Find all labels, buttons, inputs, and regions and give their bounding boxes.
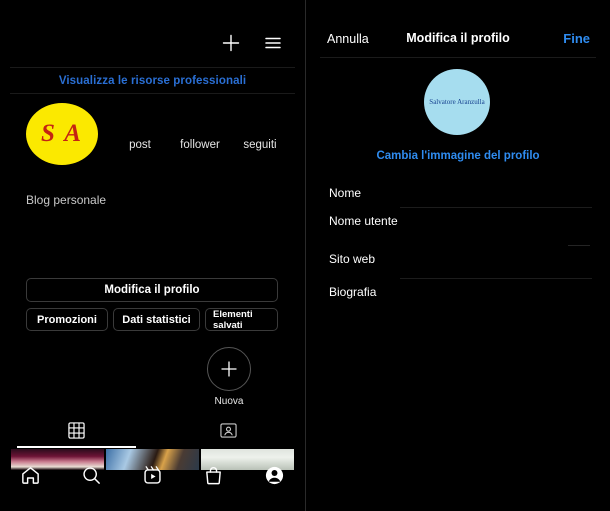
professional-resources-banner[interactable]: Visualizza le risorse professionali: [10, 67, 295, 94]
stat-followers-label: follower: [180, 139, 220, 151]
avatar-initials: S A: [41, 120, 83, 147]
field-sito-web[interactable]: Sito web: [306, 246, 610, 279]
profile-header-actions: [221, 33, 283, 53]
tab-tagged[interactable]: [153, 420, 306, 447]
field-nome-utente-label: Nome utente: [329, 214, 398, 228]
profile-tabs: [0, 420, 306, 448]
edit-profile-button[interactable]: Modifica il profilo: [26, 278, 278, 302]
new-story-label: Nuova: [214, 396, 244, 407]
stat-posts-label: post: [129, 139, 151, 151]
tagged-person-icon: [220, 422, 237, 444]
stat-posts[interactable]: post: [110, 135, 170, 153]
plus-icon: [207, 347, 251, 391]
edit-profile-picture[interactable]: Salvatore Aranzulla: [424, 69, 490, 135]
reels-icon: [142, 465, 163, 491]
header-divider: [320, 57, 596, 58]
edit-profile-fields: Nome Nome utente Sito web Biografia: [306, 180, 610, 307]
field-sito-web-input[interactable]: [399, 246, 610, 279]
tab-active-underline: [16, 446, 136, 448]
nav-home[interactable]: [0, 465, 61, 491]
field-nome-input[interactable]: [399, 180, 610, 208]
nav-search[interactable]: [61, 465, 122, 491]
saved-items-button[interactable]: Elementi salvati: [205, 308, 278, 331]
profile-stats: post follower seguiti: [110, 135, 290, 153]
search-icon: [81, 465, 102, 491]
grid-icon: [68, 422, 85, 444]
menu-icon[interactable]: [263, 33, 283, 53]
statistics-button[interactable]: Dati statistici: [113, 308, 200, 331]
nav-reels[interactable]: [122, 465, 183, 491]
add-post-icon[interactable]: [221, 33, 241, 53]
change-profile-picture-link[interactable]: Cambia l'immagine del profilo: [306, 150, 610, 162]
stat-followers[interactable]: follower: [170, 135, 230, 153]
app-root: gen gen Visualizza le risorse profession…: [0, 0, 610, 511]
stat-following[interactable]: seguiti: [230, 135, 290, 153]
profile-bio-category: Blog personale: [26, 193, 107, 207]
home-icon: [20, 465, 41, 491]
nav-profile[interactable]: [244, 465, 305, 491]
edit-profile-header: Annulla Modifica il profilo Fine: [306, 27, 610, 57]
shop-bag-icon: [203, 465, 224, 491]
field-nome-utente[interactable]: Nome utente: [306, 208, 610, 246]
profile-picture-caption: Salvatore Aranzulla: [429, 98, 485, 106]
field-sito-web-label: Sito web: [329, 252, 376, 266]
field-nome-utente-input[interactable]: [399, 208, 610, 246]
done-button[interactable]: Fine: [563, 31, 590, 46]
field-nome[interactable]: Nome: [306, 180, 610, 208]
field-biografia-label: Biografia: [329, 285, 377, 299]
field-biografia-input[interactable]: [399, 279, 610, 307]
new-story-button[interactable]: Nuova: [205, 347, 253, 407]
field-biografia[interactable]: Biografia: [306, 279, 610, 307]
promotions-button[interactable]: Promozioni: [26, 308, 108, 331]
tab-grid[interactable]: [0, 420, 153, 448]
profile-avatar[interactable]: S A: [26, 103, 98, 165]
professional-resources-label: Visualizza le risorse professionali: [58, 74, 247, 87]
bottom-navigation: [0, 461, 305, 495]
profile-action-buttons: Promozioni Dati statistici Elementi salv…: [26, 308, 278, 331]
field-nome-label: Nome: [329, 186, 362, 200]
profile-screen: Visualizza le risorse professionali S A …: [0, 0, 305, 511]
stat-following-label: seguiti: [243, 139, 277, 151]
nav-shop[interactable]: [183, 465, 244, 491]
profile-avatar-icon: [264, 465, 285, 491]
